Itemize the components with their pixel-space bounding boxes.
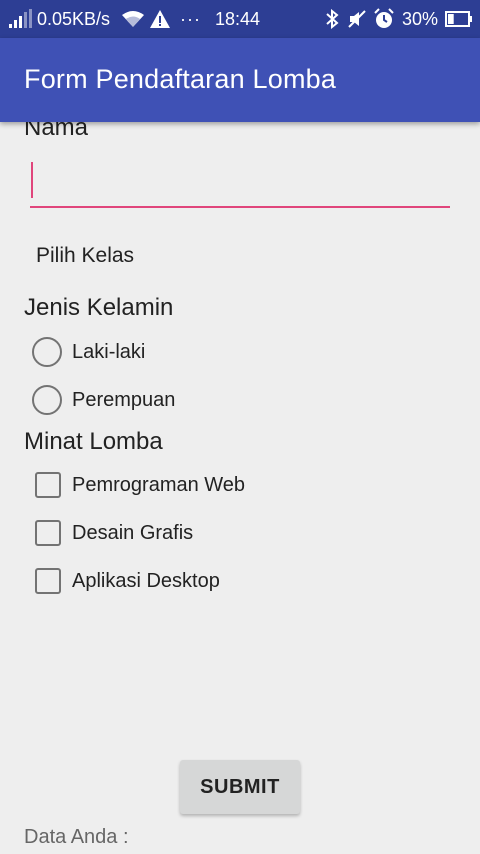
network-speed: 0.05KB/s [37,8,111,29]
gender-option-female[interactable]: Perempuan [32,383,175,417]
status-bar: 0.05KB/s ··· 18:44 30% [0,0,480,38]
alarm-icon [373,0,395,38]
interest-option-design[interactable]: Desain Grafis [32,516,193,550]
battery-icon [445,0,473,38]
interest-option-label: Pemrograman Web [72,473,246,496]
more-icon: ··· [180,8,201,29]
gender-option-male[interactable]: Laki-laki [32,335,145,369]
registration-form: Nama Pilih Kelas Jenis Kelamin Laki-laki… [0,122,480,854]
text-cursor [31,162,33,198]
warning-icon [149,0,171,38]
checkbox[interactable] [35,520,61,546]
gender-option-label: Laki-laki [72,340,146,363]
interest-option-label: Aplikasi Desktop [72,569,220,592]
result-label: Data Anda : [24,826,129,848]
mute-icon [347,0,367,38]
bluetooth-icon [323,0,341,38]
interest-label: Minat Lomba [24,428,163,455]
submit-button[interactable]: SUBMIT [180,760,300,814]
name-input[interactable] [30,162,450,208]
battery-percent: 30% [402,8,439,29]
radio-button[interactable] [32,385,62,415]
radio-button[interactable] [32,337,62,367]
signal-icon [8,0,34,38]
clock: 18:44 [215,8,261,29]
wifi-icon [122,0,144,38]
app-title: Form Pendaftaran Lomba [24,64,337,94]
checkbox[interactable] [35,472,61,498]
checkbox[interactable] [35,568,61,594]
app-bar: Form Pendaftaran Lomba [0,38,480,122]
class-spinner[interactable]: Pilih Kelas [36,244,134,268]
interest-option-web[interactable]: Pemrograman Web [32,468,245,502]
name-label: Nama [24,122,89,141]
interest-option-desktop[interactable]: Aplikasi Desktop [32,564,220,598]
gender-label: Jenis Kelamin [24,294,174,321]
gender-option-label: Perempuan [72,388,176,411]
interest-option-label: Desain Grafis [72,521,194,544]
